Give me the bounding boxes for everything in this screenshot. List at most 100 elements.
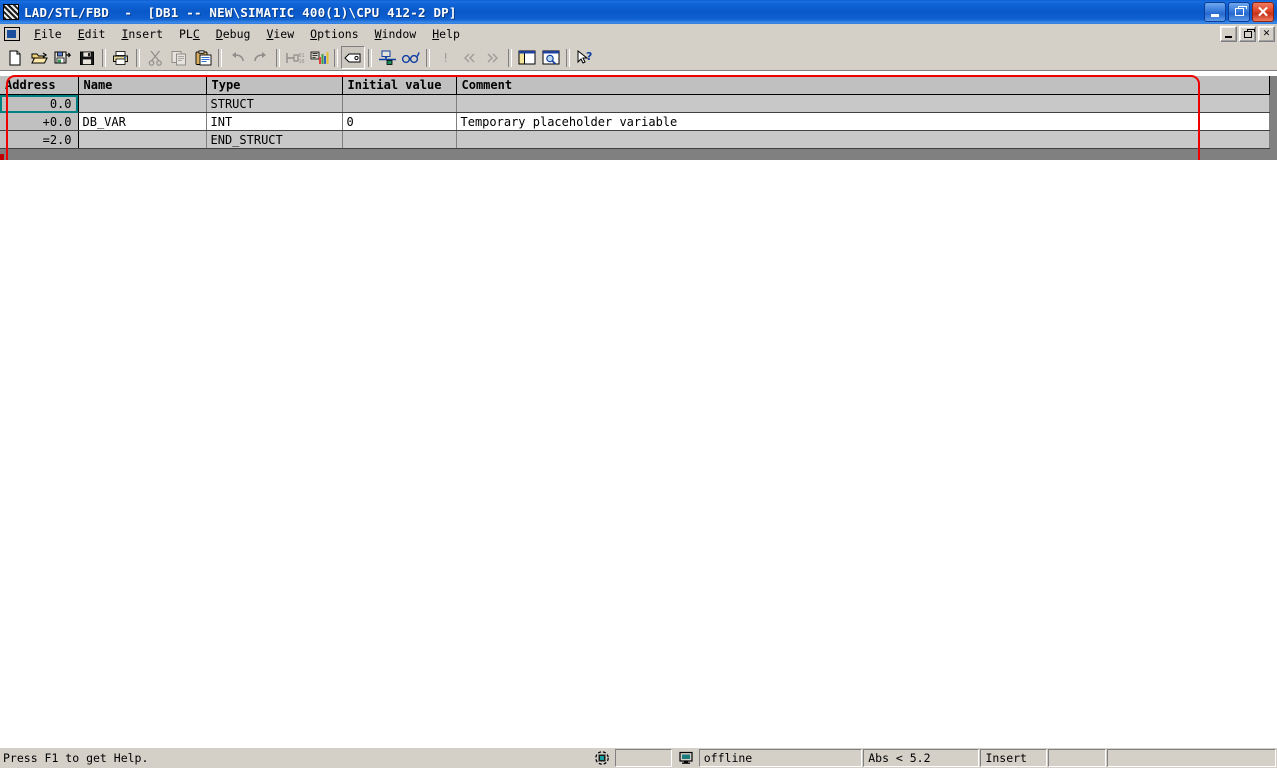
cell-type[interactable]: STRUCT (206, 94, 343, 113)
menu-item-edit[interactable]: Edit (70, 25, 114, 44)
toolbar-separator (102, 48, 106, 67)
context-help-icon: ? (577, 49, 592, 64)
minimize-icon (1211, 13, 1219, 17)
menu-bar: File Edit Insert PLC Debug View Options … (0, 24, 1277, 45)
cell-comment[interactable] (456, 94, 1270, 113)
copy-icon (171, 50, 186, 65)
close-button[interactable]: ✕ (1252, 2, 1274, 22)
symbol-table-icon (310, 51, 328, 64)
svg-text:10: 10 (299, 59, 305, 65)
monitor-glasses-icon (401, 51, 420, 63)
toolbar-separator (508, 48, 512, 67)
menu-item-plc[interactable]: PLC (171, 25, 208, 44)
table-row[interactable]: =2.0 END_STRUCT (0, 130, 1270, 149)
new-document-button[interactable] (3, 46, 27, 69)
window-title: LAD/STL/FBD - [DB1 -- NEW\SIMATIC 400(1)… (24, 4, 457, 20)
save-as-button[interactable] (51, 46, 75, 69)
open-folder-button[interactable] (27, 46, 51, 69)
column-header-name[interactable]: Name (78, 76, 207, 95)
menu-item-options[interactable]: Options (302, 25, 366, 44)
minimize-button[interactable] (1204, 2, 1226, 22)
cell-comment[interactable] (456, 130, 1270, 149)
copy-button (167, 46, 191, 69)
cell-name[interactable] (78, 130, 207, 149)
svg-text:!: ! (442, 51, 449, 65)
network-status-icon (594, 751, 609, 765)
insert-network-button: 01 10 (283, 46, 307, 69)
menu-item-debug[interactable]: Debug (208, 25, 259, 44)
context-help-button[interactable]: ? (573, 46, 597, 69)
details-pane-button[interactable] (539, 46, 563, 69)
print-button[interactable] (109, 46, 133, 69)
mdi-close-button[interactable]: ✕ (1258, 26, 1275, 42)
mdi-window-controls: ✕ (1220, 26, 1275, 42)
toolbar-separator (218, 48, 222, 67)
mdi-system-menu-icon[interactable] (4, 27, 20, 41)
status-bar: Press F1 to get Help. offline Abs < 5.2 … (0, 747, 1277, 768)
mdi-close-icon: ✕ (1262, 29, 1271, 39)
redo-arrow-icon (254, 51, 266, 61)
table-header-row: Address Name Type Initial value Comment (0, 76, 1270, 95)
cut-button (143, 46, 167, 69)
cell-name[interactable] (78, 94, 207, 113)
column-header-initial-value[interactable]: Initial value (342, 76, 457, 95)
overviews-pane-button[interactable] (515, 46, 539, 69)
mdi-restore-icon (1243, 28, 1255, 38)
monitor-glasses-button[interactable] (399, 46, 423, 69)
symbol-table-button[interactable] (307, 46, 331, 69)
restore-button[interactable] (1228, 2, 1250, 22)
mdi-restore-button[interactable] (1239, 26, 1256, 42)
code-work-area[interactable] (0, 160, 1277, 747)
cell-address[interactable]: =2.0 (0, 130, 79, 149)
table-row[interactable]: 0.0 STRUCT (0, 94, 1270, 113)
save-as-icon (54, 51, 72, 63)
status-panel-position: Abs < 5.2 (863, 749, 980, 767)
cell-initial-value[interactable] (342, 94, 457, 113)
status-panel-connection: offline (698, 749, 863, 767)
next-error-icon (487, 53, 498, 62)
toggle-comment-icon (344, 53, 361, 62)
save-icon (80, 51, 94, 65)
menu-item-help[interactable]: Help (424, 25, 468, 44)
status-panel-blank-3 (1106, 749, 1276, 767)
cell-address[interactable]: +0.0 (0, 112, 79, 131)
breakpoint-icon: ! (442, 51, 449, 65)
status-panel-blank-1 (614, 749, 672, 767)
redo-button (249, 46, 273, 69)
details-pane-icon (542, 50, 560, 65)
table-row[interactable]: +0.0 DB_VAR INT 0 Temporary placeholder … (0, 112, 1270, 131)
cell-name[interactable]: DB_VAR (78, 112, 207, 131)
paste-icon (195, 49, 211, 65)
cell-type[interactable]: INT (206, 112, 343, 131)
network-status-icon-cell (589, 750, 615, 766)
menu-item-window[interactable]: Window (367, 25, 425, 44)
toolbar: 01 10 ! ? (0, 45, 1277, 71)
restore-icon (1234, 5, 1247, 16)
column-header-address[interactable]: Address (0, 76, 79, 95)
cell-initial-value[interactable]: 0 (342, 112, 457, 131)
cell-type[interactable]: END_STRUCT (206, 130, 343, 149)
cut-scissors-icon (148, 50, 162, 66)
toolbar-separator (276, 48, 280, 67)
status-panel-insert-mode: Insert (980, 749, 1048, 767)
cell-comment[interactable]: Temporary placeholder variable (456, 112, 1270, 131)
menu-item-file[interactable]: File (26, 25, 70, 44)
new-document-icon (9, 50, 21, 65)
menu-item-view[interactable]: View (258, 25, 302, 44)
breakpoint-button: ! (433, 46, 457, 69)
save-button[interactable] (75, 46, 99, 69)
cell-address[interactable]: 0.0 (0, 94, 79, 113)
column-header-type[interactable]: Type (206, 76, 343, 95)
window-controls: ✕ (1204, 2, 1274, 22)
close-icon: ✕ (1256, 3, 1270, 21)
download-to-plc-button[interactable] (375, 46, 399, 69)
cell-initial-value[interactable] (342, 130, 457, 149)
plc-monitor-icon (679, 751, 693, 764)
toolbar-separator (136, 48, 140, 67)
toggle-comment-button[interactable] (341, 46, 365, 69)
menu-item-insert[interactable]: Insert (113, 25, 171, 44)
column-header-comment[interactable]: Comment (456, 76, 1270, 95)
mdi-minimize-button[interactable] (1220, 26, 1237, 42)
declaration-table-area: Address Name Type Initial value Comment … (0, 76, 1277, 231)
paste-button[interactable] (191, 46, 215, 69)
